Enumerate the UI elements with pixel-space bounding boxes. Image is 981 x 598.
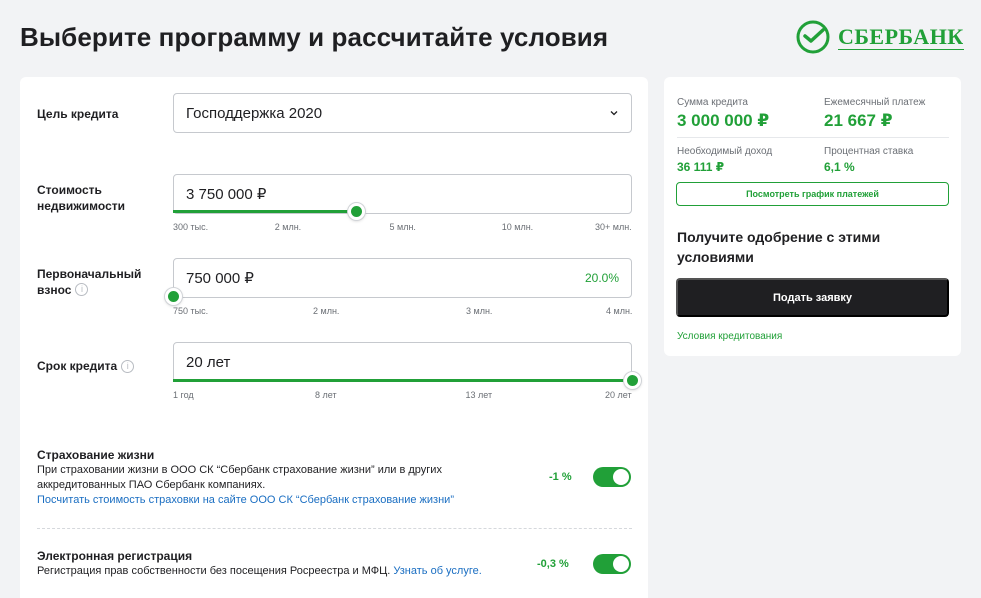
term-ticks: 1 год 8 лет 13 лет 20 лет	[173, 390, 632, 402]
price-slider-fill	[173, 210, 356, 213]
term-slider-handle[interactable]	[624, 372, 641, 389]
approval-heading: Получите одобрение с этими условиями	[677, 229, 881, 265]
e-registration-toggle[interactable]	[593, 554, 631, 574]
price-label-line1: Стоимость	[37, 183, 102, 197]
price-slider[interactable]	[173, 203, 632, 220]
life-insurance-title: Страхование жизни	[37, 448, 155, 462]
downpayment-slider[interactable]	[165, 288, 632, 305]
price-value: 3 750 000 ₽	[186, 186, 267, 203]
required-income-value: 36 111 ₽	[677, 160, 725, 174]
downpayment-value: 750 000 ₽	[186, 270, 254, 287]
toggle-knob	[613, 556, 629, 572]
term-value: 20 лет	[186, 353, 231, 371]
sberbank-logo-icon	[796, 20, 830, 54]
section-divider	[37, 528, 632, 529]
downpayment-label: Первоначальный взнос i	[37, 266, 141, 298]
slider-tick-label: 20 лет	[605, 390, 632, 400]
term-label: Срок кредита i	[37, 358, 135, 374]
slider-tick-label: 5 млн.	[389, 222, 416, 232]
calculator-form: Цель кредита Господдержка 2020 Стоимость…	[20, 77, 648, 598]
monthly-payment-label: Ежемесячный платеж	[824, 97, 926, 108]
e-registration-discount: -0,3 %	[537, 558, 569, 570]
term-slider-fill	[173, 379, 632, 382]
downpayment-input[interactable]: 750 000 ₽ 20.0%	[173, 258, 632, 298]
apply-button[interactable]: Подать заявку	[676, 278, 949, 317]
life-insurance-desc-text: При страховании жизни в ООО СК “Сбербанк…	[37, 464, 442, 491]
summary-divider	[677, 137, 949, 138]
downpayment-slider-handle[interactable]	[165, 288, 182, 305]
downpayment-label-line2: взнос	[37, 283, 72, 297]
chevron-down-icon	[610, 111, 618, 116]
price-label: Стоимость недвижимости	[37, 182, 125, 214]
downpayment-percent: 20.0%	[584, 271, 619, 285]
slider-tick-label: 3 млн.	[466, 306, 493, 316]
sberbank-logo[interactable]: СБЕРБАНК	[796, 20, 964, 54]
price-slider-handle[interactable]	[347, 203, 365, 220]
downpayment-label-line1: Первоначальный	[37, 267, 142, 281]
price-input[interactable]: 3 750 000 ₽	[173, 174, 632, 214]
slider-tick-label: 10 млн.	[501, 222, 534, 232]
info-icon[interactable]: i	[75, 283, 89, 297]
slider-tick-label: 2 млн.	[313, 306, 340, 316]
slider-tick-label: 2 млн.	[274, 222, 302, 232]
info-icon[interactable]: i	[121, 360, 135, 374]
slider-tick-label: 1 год	[173, 390, 194, 400]
insurance-cost-link[interactable]: Посчитать стоимость страховки на сайте О…	[37, 494, 454, 506]
price-label-line2: недвижимости	[37, 199, 125, 213]
life-insurance-discount: -1 %	[549, 471, 572, 483]
interest-rate-label: Процентная ставка	[824, 146, 914, 157]
slider-tick-label: 8 лет	[315, 390, 337, 400]
slider-tick-label: 30+ млн.	[595, 222, 632, 232]
price-ticks: 300 тыс. 2 млн. 5 млн. 10 млн. 30+ млн.	[173, 222, 632, 234]
goal-select[interactable]: Господдержка 2020	[173, 93, 632, 133]
goal-label: Цель кредита	[37, 107, 119, 121]
e-registration-description: Регистрация прав собственности без посещ…	[37, 564, 517, 579]
life-insurance-description: При страховании жизни в ООО СК “Сбербанк…	[37, 463, 477, 508]
slider-tick-label: 4 млн.	[606, 306, 633, 316]
life-insurance-toggle[interactable]	[593, 467, 631, 487]
goal-select-value: Господдержка 2020	[186, 104, 323, 122]
toggle-knob	[613, 469, 629, 485]
credit-terms-link[interactable]: Условия кредитования	[677, 331, 782, 342]
e-registration-title: Электронная регистрация	[37, 549, 193, 563]
downpayment-ticks: 750 тыс. 2 млн. 3 млн. 4 млн.	[173, 306, 632, 318]
slider-tick-label: 750 тыс.	[173, 306, 209, 316]
slider-tick-label: 13 лет	[465, 390, 493, 400]
loan-amount-value: 3 000 000 ₽	[677, 111, 770, 130]
interest-rate-value: 6,1 %	[824, 160, 855, 174]
term-slider[interactable]	[173, 372, 641, 389]
term-label-text: Срок кредита	[37, 359, 118, 373]
slider-tick-label: 300 тыс.	[173, 222, 209, 232]
e-registration-link[interactable]: Узнать об услуге.	[393, 565, 481, 577]
payment-schedule-button[interactable]: Посмотреть график платежей	[676, 182, 949, 206]
loan-summary: Сумма кредита 3 000 000 ₽ Ежемесячный пл…	[664, 77, 961, 356]
monthly-payment-value: 21 667 ₽	[824, 111, 893, 130]
page-title: Выберите программу и рассчитайте условия	[20, 22, 609, 52]
term-input[interactable]: 20 лет	[173, 342, 632, 382]
loan-amount-label: Сумма кредита	[677, 97, 748, 108]
logo-text: СБЕРБАНК	[838, 23, 964, 50]
e-registration-desc-text: Регистрация прав собственности без посещ…	[37, 565, 391, 577]
required-income-label: Необходимый доход	[677, 146, 773, 157]
